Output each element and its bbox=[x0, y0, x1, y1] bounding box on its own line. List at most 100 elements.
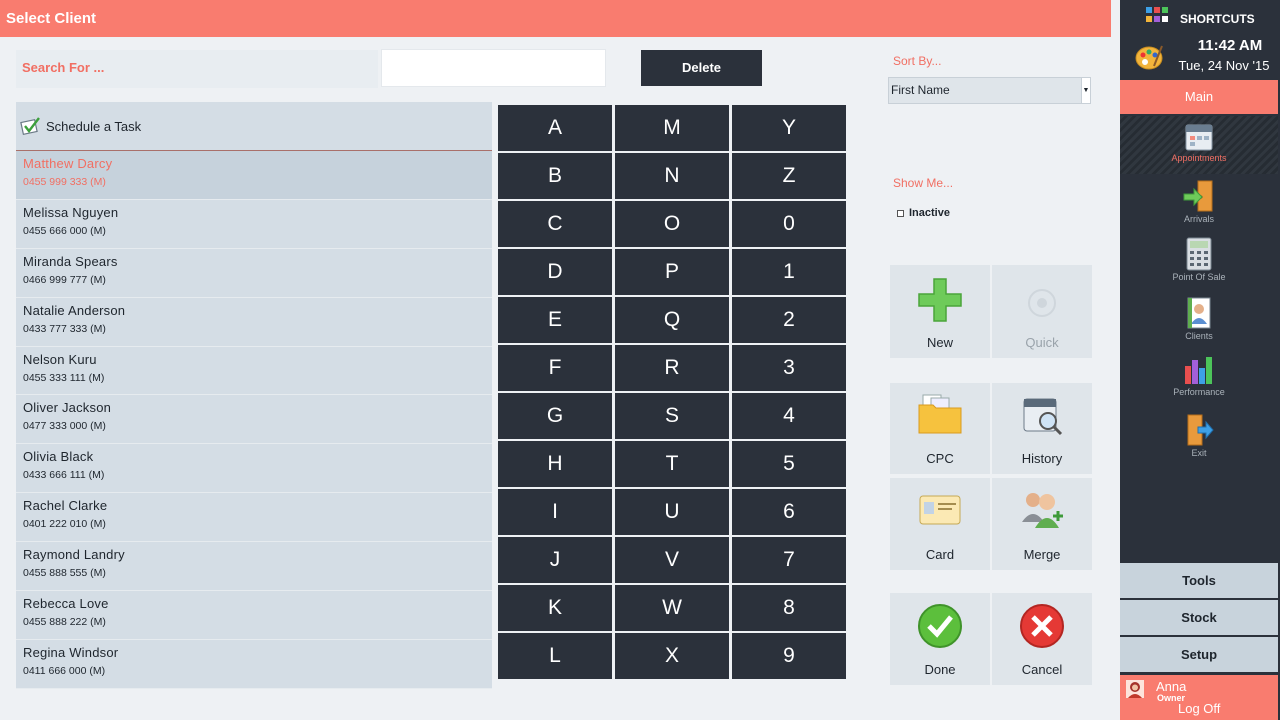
history-button[interactable]: History bbox=[992, 383, 1092, 474]
client-name: Regina Windsor bbox=[23, 644, 119, 660]
key-7[interactable]: 7 bbox=[732, 537, 846, 583]
key-b[interactable]: B bbox=[498, 153, 612, 199]
client-row[interactable]: Matthew Darcy 0455 999 333 (M) bbox=[16, 151, 492, 200]
key-1[interactable]: 1 bbox=[732, 249, 846, 295]
nav-clients[interactable]: Clients bbox=[1120, 292, 1278, 350]
merge-button[interactable]: Merge bbox=[992, 478, 1092, 570]
cancel-x-icon bbox=[1020, 604, 1064, 648]
nav-performance[interactable]: Performance bbox=[1120, 350, 1278, 408]
key-p[interactable]: P bbox=[615, 249, 729, 295]
logoff-label[interactable]: Log Off bbox=[1178, 701, 1220, 716]
card-button[interactable]: Card bbox=[890, 478, 990, 570]
sort-by-select[interactable]: First Name ▼ bbox=[888, 77, 1091, 104]
nav-arrivals[interactable]: Arrivals bbox=[1120, 175, 1278, 233]
key-5[interactable]: 5 bbox=[732, 441, 846, 487]
client-name: Nelson Kuru bbox=[23, 351, 97, 367]
clock-date: Tue, 24 Nov '15 bbox=[1178, 58, 1270, 73]
client-row[interactable]: Raymond Landry 0455 888 555 (M) bbox=[16, 542, 492, 592]
inactive-label: Inactive bbox=[909, 207, 950, 219]
bar-chart-icon bbox=[1120, 354, 1278, 386]
new-label: New bbox=[926, 335, 953, 350]
key-3[interactable]: 3 bbox=[732, 345, 846, 391]
search-input[interactable] bbox=[381, 49, 606, 87]
sidebar: SHORTCUTS 11:42 AM Tue, 24 Nov '15 Main … bbox=[1120, 0, 1280, 720]
nav-point-of-sale[interactable]: Point Of Sale bbox=[1120, 233, 1278, 291]
dropdown-arrow-icon[interactable]: ▼ bbox=[1081, 78, 1090, 103]
client-row[interactable]: Olivia Black 0433 666 111 (M) bbox=[16, 444, 492, 494]
key-y[interactable]: Y bbox=[732, 105, 846, 151]
merge-users-icon bbox=[1022, 493, 1063, 528]
client-list: Schedule a Task Matthew Darcy 0455 999 33… bbox=[16, 102, 492, 689]
client-row[interactable]: Rebecca Love 0455 888 222 (M) bbox=[16, 591, 492, 640]
client-row[interactable]: Nelson Kuru 0455 333 111 (M) bbox=[16, 346, 492, 396]
key-c[interactable]: C bbox=[498, 201, 612, 247]
key-d[interactable]: D bbox=[498, 249, 612, 295]
client-name: Melissa Nguyen bbox=[23, 204, 119, 220]
merge-label: Merge bbox=[1023, 547, 1061, 562]
door-arrow-icon bbox=[1120, 179, 1278, 213]
key-8[interactable]: 8 bbox=[732, 585, 846, 631]
key-v[interactable]: V bbox=[615, 537, 729, 583]
nav-label: Performance bbox=[1173, 387, 1225, 398]
client-name: Raymond Landry bbox=[23, 547, 125, 563]
key-z[interactable]: Z bbox=[732, 153, 846, 199]
key-k[interactable]: K bbox=[498, 585, 612, 631]
key-e[interactable]: E bbox=[498, 297, 612, 343]
new-client-button[interactable]: New bbox=[890, 265, 990, 358]
client-phone: 0455 888 222 (M) bbox=[23, 616, 106, 629]
delete-button[interactable]: Delete bbox=[641, 50, 762, 86]
user-name: Anna bbox=[1156, 679, 1187, 694]
key-0[interactable]: 0 bbox=[732, 201, 846, 247]
key-m[interactable]: M bbox=[615, 105, 729, 151]
inactive-checkbox[interactable]: Inactive bbox=[897, 207, 950, 219]
client-phone: 0411 666 000 (M) bbox=[23, 664, 106, 677]
key-g[interactable]: G bbox=[498, 393, 612, 439]
nav-exit[interactable]: Exit bbox=[1120, 409, 1278, 467]
key-s[interactable]: S bbox=[615, 393, 729, 439]
key-f[interactable]: F bbox=[498, 345, 612, 391]
plus-icon bbox=[918, 278, 962, 322]
client-name: Miranda Spears bbox=[23, 253, 118, 269]
key-q[interactable]: Q bbox=[615, 297, 729, 343]
cpc-button[interactable]: CPC bbox=[890, 383, 990, 474]
key-r[interactable]: R bbox=[615, 345, 729, 391]
key-h[interactable]: H bbox=[498, 441, 612, 487]
key-i[interactable]: I bbox=[498, 489, 612, 535]
shortcuts-label: SHORTCUTS bbox=[1180, 12, 1255, 26]
key-t[interactable]: T bbox=[615, 441, 729, 487]
key-6[interactable]: 6 bbox=[732, 489, 846, 535]
client-row[interactable]: Oliver Jackson 0477 333 000 (M) bbox=[16, 395, 492, 445]
key-j[interactable]: J bbox=[498, 537, 612, 583]
key-u[interactable]: U bbox=[615, 489, 729, 535]
client-phone: 0433 666 111 (M) bbox=[23, 469, 105, 482]
checkbox-icon[interactable] bbox=[897, 209, 904, 217]
client-phone: 0401 222 010 (M) bbox=[23, 518, 106, 531]
key-2[interactable]: 2 bbox=[732, 297, 846, 343]
nav-appointments[interactable]: Appointments bbox=[1120, 116, 1278, 174]
cpc-label: CPC bbox=[926, 451, 954, 466]
key-l[interactable]: L bbox=[498, 633, 612, 679]
key-x[interactable]: X bbox=[615, 633, 729, 679]
done-button[interactable]: Done bbox=[890, 593, 990, 685]
tools-button[interactable]: Tools bbox=[1120, 563, 1278, 598]
key-a[interactable]: A bbox=[498, 105, 612, 151]
shortcuts-header[interactable]: SHORTCUTS bbox=[1120, 0, 1280, 37]
calendar-search-icon bbox=[1023, 398, 1063, 436]
client-row[interactable]: Rachel Clarke 0401 222 010 (M) bbox=[16, 493, 492, 543]
key-9[interactable]: 9 bbox=[732, 633, 846, 679]
key-n[interactable]: N bbox=[615, 153, 729, 199]
main-menu-button[interactable]: Main bbox=[1120, 80, 1278, 114]
key-o[interactable]: O bbox=[615, 201, 729, 247]
client-row[interactable]: Melissa Nguyen 0455 666 000 (M) bbox=[16, 199, 492, 249]
stock-button[interactable]: Stock bbox=[1120, 600, 1278, 635]
cancel-button[interactable]: Cancel bbox=[992, 593, 1092, 685]
setup-button[interactable]: Setup bbox=[1120, 637, 1278, 672]
client-row[interactable]: Regina Windsor 0411 666 000 (M) bbox=[16, 639, 492, 689]
client-row[interactable]: Natalie Anderson 0433 777 333 (M) bbox=[16, 297, 492, 347]
client-row[interactable]: Miranda Spears 0466 999 777 (M) bbox=[16, 248, 492, 298]
key-w[interactable]: W bbox=[615, 585, 729, 631]
quick-button[interactable]: Quick bbox=[992, 265, 1092, 358]
user-logoff-panel[interactable]: Anna Owner Log Off bbox=[1120, 675, 1278, 720]
key-4[interactable]: 4 bbox=[732, 393, 846, 439]
schedule-task-row[interactable]: Schedule a Task bbox=[16, 102, 492, 151]
